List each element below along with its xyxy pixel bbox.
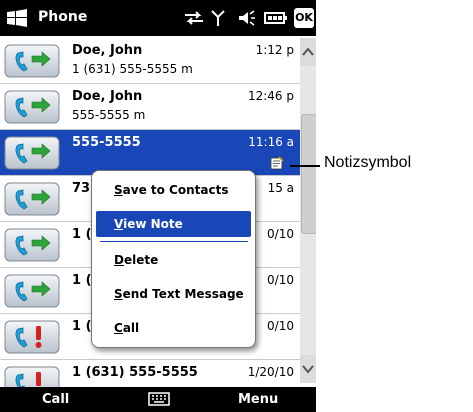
signal-icon[interactable] [210,9,226,27]
menu-item-delete[interactable]: Delete [96,247,251,273]
outgoing-call-icon [4,228,60,262]
contact-name: 1 ( [72,227,92,242]
contact-name: 73 [72,181,91,196]
menu-item-label: Send Text Message [114,287,244,301]
contact-name: 1 ( [72,273,92,288]
phone-number: 555-5555 m [72,108,146,122]
outgoing-call-icon [4,182,60,216]
keyboard-icon[interactable] [148,392,170,406]
menu-softkey[interactable]: Menu [238,392,278,407]
menu-item-label: Call [114,321,140,335]
ok-button[interactable]: OK [294,8,314,28]
menu-item-label: View Note [114,217,183,231]
contact-name: Doe, John [72,43,143,58]
menu-item-send-text-message[interactable]: Send Text Message [96,281,251,307]
menu-item-save-to-contacts[interactable]: Save to Contacts [96,177,251,203]
call-log-row[interactable]: Doe, John 555-5555 m 12:46 p [0,84,300,130]
menu-item-label: Save to Contacts [114,183,229,197]
chevron-up-icon [302,47,314,56]
contact-name: 1 (631) 555-5555 [72,365,198,380]
menu-separator [100,241,248,242]
call-time: 0/10 [267,227,294,241]
menu-item-label: Delete [114,253,159,267]
contact-name: 555-5555 [72,135,141,150]
phone-screen: Phone OK Doe, John 1 (631) 555-5555 m 1:12… [0,0,316,412]
scrollbar[interactable] [300,38,316,383]
scroll-up-button[interactable] [300,38,316,66]
app-title: Phone [38,9,88,25]
call-time: 1:12 p [255,43,294,57]
call-time: 1/20/10 [247,365,294,379]
call-time: 12:46 p [247,89,294,103]
callout-label: Notizsymbol [324,154,412,171]
call-time: 0/10 [267,319,294,333]
outgoing-call-icon [4,44,60,78]
outgoing-call-icon [4,90,60,124]
menu-item-call[interactable]: Call [96,315,251,341]
contact-name: Doe, John [72,89,143,104]
outgoing-call-icon [4,274,60,308]
note-icon[interactable] [270,156,284,170]
call-log-row[interactable]: Doe, John 1 (631) 555-5555 m 1:12 p [0,38,300,84]
sync-icon[interactable] [183,9,205,27]
call-time: 11:16 a [248,135,294,149]
phone-number: 1 (631) 555-5555 m [72,62,193,76]
contact-name: 1 ( [72,319,92,334]
scroll-down-button[interactable] [300,355,316,383]
windows-start-icon[interactable] [6,9,28,27]
call-softkey[interactable]: Call [42,392,69,407]
battery-icon[interactable] [264,9,288,27]
volume-icon[interactable] [236,9,256,27]
callout-line [290,165,320,167]
call-time: 0/10 [267,273,294,287]
outgoing-call-icon [4,136,60,170]
call-time: 15 a [267,181,294,195]
softkey-bar: Call Menu [0,387,316,412]
context-menu: Save to Contacts View Note Delete Send T… [91,170,256,348]
menu-item-view-note[interactable]: View Note [96,211,251,237]
scroll-thumb[interactable] [301,114,316,234]
chevron-down-icon [302,365,314,374]
title-bar: Phone OK [0,0,316,36]
missed-call-icon [4,320,60,354]
